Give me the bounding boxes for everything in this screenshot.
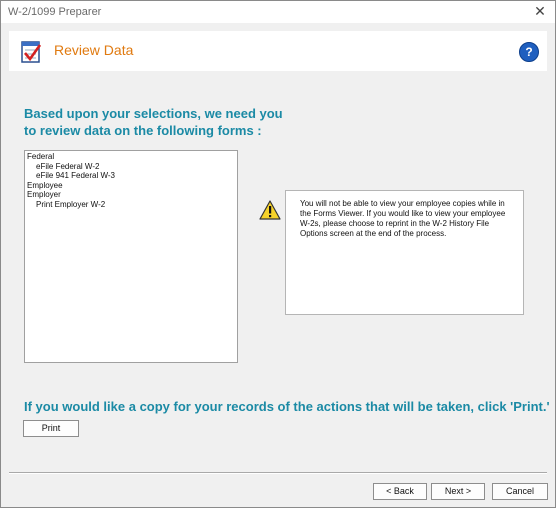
notice-box: You will not be able to view your employ… [285,190,524,315]
help-icon[interactable]: ? [519,42,539,62]
intro-line-2: to review data on the following forms : [24,123,262,138]
title-bar: W-2/1099 Preparer ✕ [1,1,555,23]
next-button[interactable]: Next > [431,483,485,500]
copy-message: If you would like a copy for your record… [24,399,550,414]
list-item[interactable]: Employer [27,190,235,200]
divider [9,472,547,474]
intro-text: Based upon your selections, we need you … [24,105,324,139]
warning-icon [259,200,281,220]
forms-list[interactable]: Federal eFile Federal W-2 eFile 941 Fede… [24,150,238,363]
close-icon[interactable]: ✕ [532,3,548,20]
list-item[interactable]: Employee [27,181,235,191]
print-button[interactable]: Print [23,420,79,437]
wizard-window: W-2/1099 Preparer ✕ Review Data ? Based … [0,0,556,508]
list-item[interactable]: Print Employer W-2 [27,200,235,210]
page-title: Review Data [54,42,134,58]
header-band: Review Data ? [9,31,547,71]
list-item[interactable]: eFile 941 Federal W-3 [27,171,235,181]
checklist-icon [21,41,42,63]
list-item[interactable]: eFile Federal W-2 [27,162,235,172]
cancel-button[interactable]: Cancel [492,483,548,500]
list-item[interactable]: Federal [27,152,235,162]
window-title: W-2/1099 Preparer [8,6,102,18]
back-button[interactable]: < Back [373,483,427,500]
intro-line-1: Based upon your selections, we need you [24,106,283,121]
